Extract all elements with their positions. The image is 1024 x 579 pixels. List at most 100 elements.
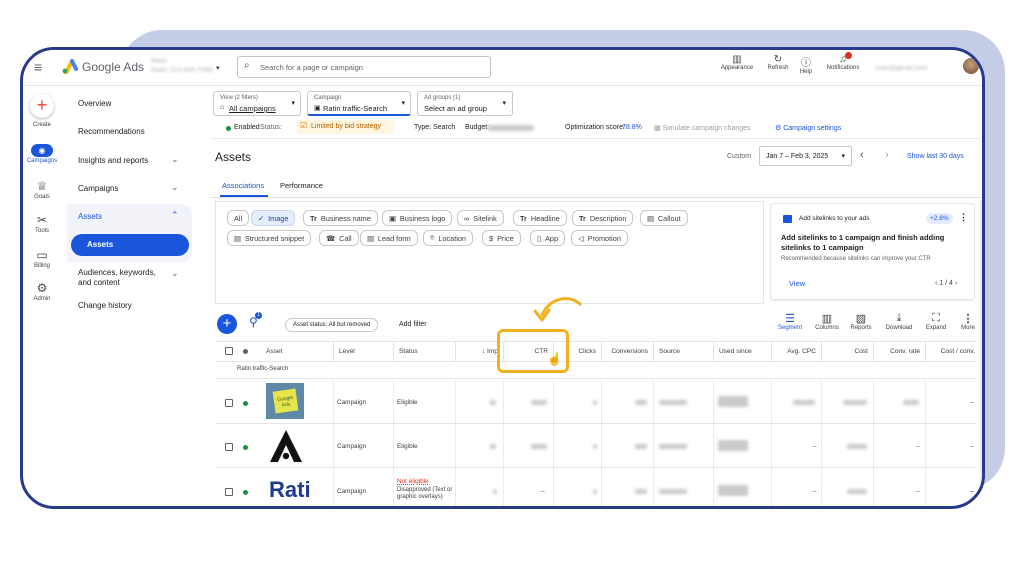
nav-assets-sub[interactable]: Assets [71, 234, 189, 256]
asset-thumbnail-google-ads[interactable]: Google Ads [266, 383, 304, 419]
notifications-button[interactable]: ♫ Notifications [821, 52, 865, 71]
search-box[interactable]: ⌕ Search for a page or campaign [237, 56, 491, 78]
status-value: Limited by bid strategy [311, 123, 382, 130]
rec-view-link[interactable]: View [789, 279, 805, 288]
col-conversions[interactable]: Conversions [601, 342, 653, 361]
col-cost-per-conv[interactable]: Cost / conv. [925, 342, 980, 361]
row3-impressions [493, 489, 497, 494]
download-button[interactable]: ⤓ Download [883, 312, 915, 331]
date-range-picker[interactable]: Jan 7 – Feb 3, 2025 ▾ [759, 146, 852, 166]
chip-image[interactable]: ✓ Image [251, 210, 296, 226]
next-icon[interactable]: › [955, 280, 957, 287]
asset-status-filter-chip[interactable]: Asset status: All but removed [285, 318, 379, 332]
chevron-down-icon[interactable]: ⌄ [171, 154, 179, 165]
col-asset[interactable]: Asset [261, 342, 333, 361]
col-source[interactable]: Source [653, 342, 713, 361]
col-conv-rate[interactable]: Conv. rate [873, 342, 925, 361]
chip-call[interactable]: ☎ Call [319, 230, 359, 246]
enabled-dot [226, 126, 231, 131]
rail-goals[interactable]: ♕ Goals [23, 179, 63, 200]
refresh-button[interactable]: ↻ Refresh [763, 54, 793, 71]
create-button[interactable]: + [30, 94, 54, 118]
avatar[interactable] [963, 58, 979, 74]
col-status[interactable]: Status [393, 342, 455, 361]
col-cost[interactable]: Cost [821, 342, 873, 361]
campaign-settings-label: Campaign settings [783, 125, 842, 132]
nav-overview[interactable]: Overview [78, 99, 111, 108]
optimization-value[interactable]: 78.8% [622, 124, 642, 131]
add-asset-button[interactable]: + [217, 314, 237, 334]
prev-icon[interactable]: ‹ [935, 280, 937, 287]
reports-button[interactable]: ▨ Reports [845, 312, 877, 331]
rail-campaigns[interactable]: ◉ Campaigns [23, 144, 63, 164]
select-all-checkbox[interactable] [225, 347, 233, 355]
col-impressions[interactable]: ↓ Imp [455, 342, 503, 361]
nav-insights[interactable]: Insights and reports [78, 156, 148, 165]
chip-price[interactable]: $ Price [482, 230, 521, 246]
tab-associations[interactable]: Associations [222, 181, 264, 190]
segment-button[interactable]: ☰ Segment [774, 312, 806, 331]
menu-icon[interactable]: ≡ [34, 59, 42, 75]
chip-label: Price [497, 233, 514, 243]
chevron-up-icon[interactable]: ⌃ [171, 210, 179, 221]
chip-label: All [234, 213, 243, 223]
search-input[interactable]: Search for a page or campaign [260, 63, 363, 72]
appearance-button[interactable]: ▥ Appearance [716, 54, 758, 71]
more-vert-icon[interactable]: ⋮ [959, 212, 968, 223]
row-checkbox[interactable] [225, 443, 233, 451]
nav-campaigns[interactable]: Campaigns [78, 184, 118, 193]
chip-promotion[interactable]: ◁ Promotion [571, 230, 628, 246]
chip-structured-snippet[interactable]: ▤ Structured snippet [227, 230, 312, 246]
chip-business-name[interactable]: Tr Business name [303, 210, 378, 226]
col-used-since[interactable]: Used since [713, 342, 771, 361]
row-line [216, 467, 976, 468]
rec-headline: Add sitelinks to 1 campaign and finish a… [781, 233, 945, 252]
help-button[interactable]: ⓘ Help [795, 54, 817, 75]
asset-thumbnail-logo-a[interactable] [266, 428, 306, 464]
chip-headline[interactable]: Tr Headline [513, 210, 567, 226]
chip-sitelink[interactable]: ∞ Sitelink [457, 210, 504, 226]
help-icon: ⓘ [801, 58, 811, 69]
prev-period-button[interactable]: ‹ [860, 149, 864, 161]
rail-admin[interactable]: ⚙ Admin [23, 281, 63, 302]
expand-button[interactable]: ⛶ Expand [920, 312, 952, 331]
nav-audiences[interactable]: Audiences, keywords, and content [78, 268, 170, 288]
view-selector[interactable]: View (2 filters) ⌂ All campaigns ▾ [213, 91, 301, 116]
col-avg-cpc[interactable]: Avg. CPC [771, 342, 821, 361]
chip-callout[interactable]: ▤ Callout [640, 210, 688, 226]
show-last-30-days-link[interactable]: Show last 30 days [907, 153, 964, 160]
chip-app[interactable]: ▯ App [530, 230, 565, 246]
row-checkbox[interactable] [225, 399, 233, 407]
account-chevron-icon[interactable]: ▾ [216, 64, 220, 72]
asset-thumbnail-rati[interactable]: Rati [269, 477, 311, 503]
campaign-selector[interactable]: Campaign ▣ Ratin traffic-Search ▾ [307, 91, 411, 116]
chevron-down-icon[interactable]: ⌄ [171, 268, 179, 279]
chip-all[interactable]: All [227, 210, 250, 226]
campaign-settings-link[interactable]: ⚙ Campaign settings [775, 124, 841, 132]
add-filter-button[interactable]: Add filter [399, 321, 427, 328]
rail-tools[interactable]: ✂ Tools [23, 213, 63, 234]
row3-status[interactable]: Not eligible [397, 478, 429, 485]
adgroup-selector[interactable]: Ad groups (1) Select an ad group ▾ [417, 91, 513, 116]
chip-description[interactable]: Tr Description [572, 210, 634, 226]
row-checkbox[interactable] [225, 488, 233, 496]
row1-status: Eligible [397, 399, 418, 406]
chip-location[interactable]: ⌾ Location [423, 230, 473, 246]
tab-performance[interactable]: Performance [280, 181, 323, 190]
adgroup-value: Select an ad group [424, 104, 487, 113]
next-period-button[interactable]: › [885, 149, 889, 161]
nav-recommendations[interactable]: Recommendations [78, 127, 145, 136]
tabs-divider [210, 197, 982, 198]
recommendation-card: Add sitelinks to your ads +2.8% ⋮ Add si… [770, 203, 975, 300]
account-name[interactable]: Ratin [151, 58, 167, 65]
status-value-chip[interactable]: ☑ Limited by bid strategy [297, 120, 394, 134]
nav-change-history[interactable]: Change history [78, 301, 132, 310]
vertical-scrollbar[interactable] [980, 200, 982, 500]
columns-button[interactable]: ▥ Columns [811, 312, 843, 331]
chevron-down-icon[interactable]: ⌄ [171, 182, 179, 193]
chip-lead-form[interactable]: ▤ Lead form [360, 230, 418, 246]
chip-business-logo[interactable]: ▣ Business logo [382, 210, 453, 226]
col-level[interactable]: Level [333, 342, 393, 361]
nav-assets[interactable]: Assets [78, 212, 102, 221]
rail-billing[interactable]: ▭ Billing [23, 248, 63, 269]
